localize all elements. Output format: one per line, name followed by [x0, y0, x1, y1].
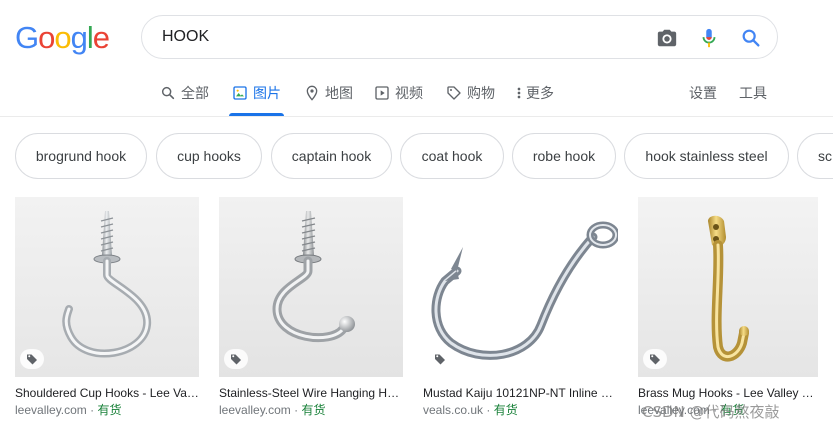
tab-label: 地图 — [325, 85, 353, 101]
image-result[interactable]: Shouldered Cup Hooks - Lee Valley Tools … — [15, 197, 199, 419]
logo-letter: g — [70, 20, 88, 55]
divider — [0, 116, 833, 117]
search-input[interactable] — [162, 26, 622, 48]
tag-icon — [428, 349, 452, 369]
tab-label: 图片 — [253, 85, 281, 101]
chip-robe-hook[interactable]: robe hook — [512, 133, 616, 179]
logo-letter: o — [38, 20, 55, 55]
result-meta: leevalley.com · 有货 — [219, 403, 326, 417]
result-source[interactable]: veals.co.uk — [423, 403, 483, 417]
logo-letter: G — [15, 20, 39, 55]
tab-videos[interactable]: 视频 — [374, 80, 423, 116]
result-thumbnail[interactable] — [638, 197, 818, 377]
chip-coat-hook[interactable]: coat hook — [400, 133, 504, 179]
logo-letter: e — [92, 20, 110, 55]
chip-brogrund-hook[interactable]: brogrund hook — [15, 133, 147, 179]
search-box — [141, 15, 778, 59]
result-meta: leevalley.com · 有货 — [15, 403, 122, 417]
image-result[interactable]: Stainless-Steel Wire Hanging Hooks - Lee… — [219, 197, 403, 419]
result-title[interactable]: Shouldered Cup Hooks - Lee Valley Tools — [15, 385, 199, 401]
logo-letter: o — [54, 20, 71, 55]
play-icon — [375, 86, 389, 100]
tab-more[interactable]: 更多 — [514, 80, 554, 116]
search-icon — [161, 86, 175, 100]
microphone-icon[interactable] — [698, 27, 720, 49]
stock-badge: 有货 — [301, 403, 326, 417]
tag-icon — [643, 349, 667, 369]
result-source[interactable]: leevalley.com — [15, 403, 87, 417]
result-thumbnail[interactable] — [15, 197, 199, 377]
result-title[interactable]: Mustad Kaiju 10121NP-NT Inline Single Ho… — [423, 385, 618, 401]
stock-badge: 有货 — [97, 403, 122, 417]
chip-partial[interactable]: sc — [797, 133, 833, 179]
chip-cup-hooks[interactable]: cup hooks — [156, 133, 262, 179]
tab-label: 全部 — [181, 85, 209, 101]
chip-hook-stainless-steel[interactable]: hook stainless steel — [624, 133, 789, 179]
tab-shopping[interactable]: 购物 — [446, 80, 495, 116]
google-logo[interactable]: Google — [15, 20, 110, 56]
tag-icon — [224, 349, 248, 369]
result-source[interactable]: leevalley.com — [219, 403, 291, 417]
result-thumbnail[interactable] — [423, 197, 618, 377]
result-meta: veals.co.uk · 有货 — [423, 403, 518, 417]
stock-badge: 有货 — [493, 403, 518, 417]
settings-link[interactable]: 设置 — [689, 80, 717, 106]
tab-all[interactable]: 全部 — [160, 80, 209, 116]
image-result[interactable]: Brass Mug Hooks - Lee Valley Tools leeva… — [638, 197, 818, 419]
result-thumbnail[interactable] — [219, 197, 403, 377]
tab-label: 购物 — [467, 85, 495, 101]
tab-maps[interactable]: 地图 — [304, 80, 353, 116]
tab-label: 视频 — [395, 85, 423, 101]
camera-icon[interactable] — [656, 27, 678, 49]
tab-images[interactable]: 图片 — [229, 80, 284, 116]
image-result[interactable]: Mustad Kaiju 10121NP-NT Inline Single Ho… — [423, 197, 618, 419]
map-pin-icon — [306, 85, 318, 101]
tab-label: 更多 — [526, 85, 554, 101]
watermark: CSDN @代码熬夜敲 — [642, 403, 780, 421]
tag-icon — [20, 349, 44, 369]
chip-captain-hook[interactable]: captain hook — [271, 133, 392, 179]
tag-icon — [447, 86, 461, 100]
tools-link[interactable]: 工具 — [739, 80, 767, 106]
related-searches: brogrund hook cup hooks captain hook coa… — [15, 133, 833, 181]
result-title[interactable]: Brass Mug Hooks - Lee Valley Tools — [638, 385, 818, 401]
search-icon[interactable] — [740, 27, 762, 49]
more-vert-icon — [517, 87, 521, 99]
image-icon — [233, 86, 247, 100]
result-title[interactable]: Stainless-Steel Wire Hanging Hooks - Lee… — [219, 385, 403, 401]
